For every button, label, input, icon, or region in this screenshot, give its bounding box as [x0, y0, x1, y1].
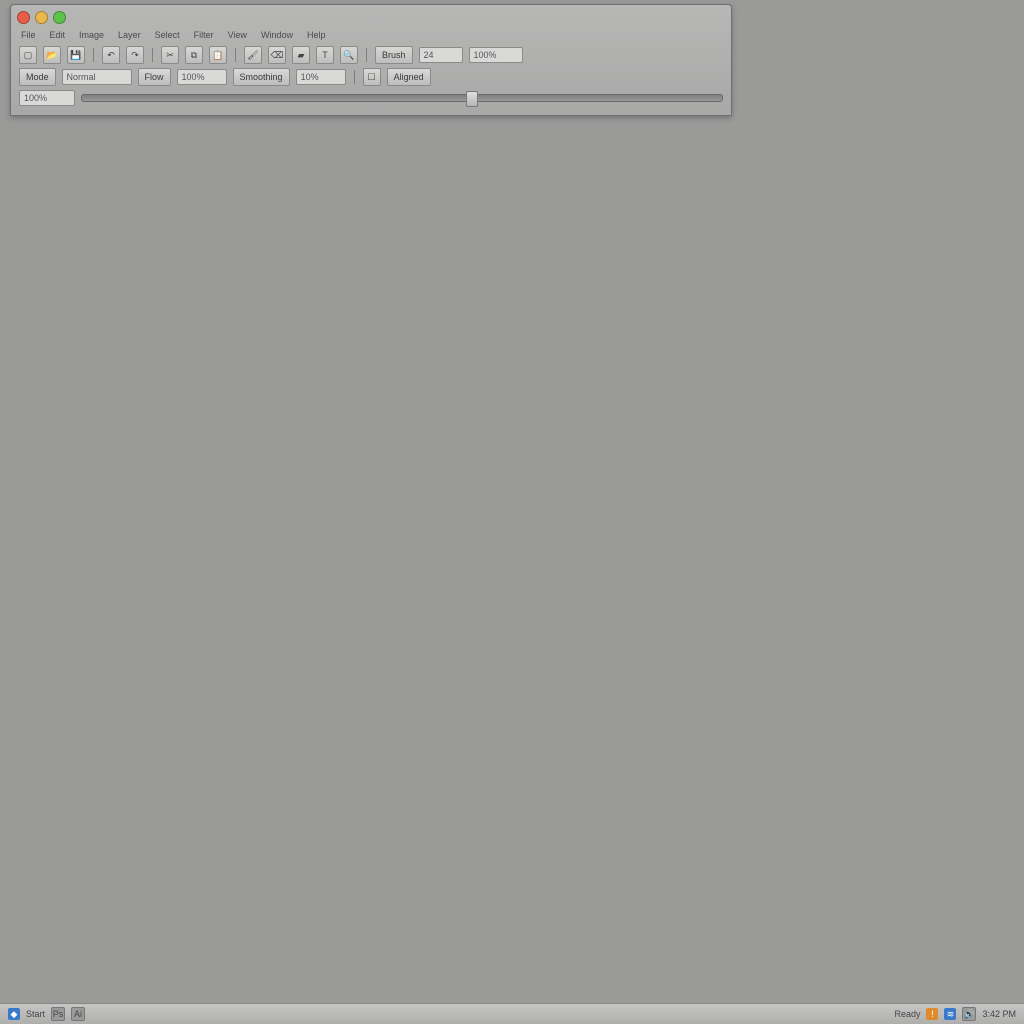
separator: [366, 48, 367, 62]
menu-view[interactable]: View: [228, 30, 247, 40]
menu-window[interactable]: Window: [261, 30, 293, 40]
brush-size-field[interactable]: 24: [419, 47, 463, 63]
zoom-icon[interactable]: [53, 11, 66, 24]
close-icon[interactable]: [17, 11, 30, 24]
network-icon[interactable]: ≋: [944, 1008, 956, 1020]
open-file-button[interactable]: 📂: [43, 46, 61, 64]
notification-icon[interactable]: !: [926, 1008, 938, 1020]
save-button[interactable]: 💾: [67, 46, 85, 64]
canvas-artwork: [133, 143, 893, 903]
menu-help[interactable]: Help: [307, 30, 326, 40]
brush-tool-button[interactable]: 🖌: [244, 46, 262, 64]
menu-select[interactable]: Select: [155, 30, 180, 40]
menu-edit[interactable]: Edit: [50, 30, 66, 40]
new-file-button[interactable]: ▢: [19, 46, 37, 64]
blend-mode-select[interactable]: Normal: [62, 69, 132, 85]
separator: [152, 48, 153, 62]
clock[interactable]: 3:42 PM: [982, 1009, 1016, 1019]
mode-label: Mode: [19, 68, 56, 86]
fill-tool-button[interactable]: ▰: [292, 46, 310, 64]
taskbar-app-2[interactable]: Ai: [71, 1007, 85, 1021]
start-button[interactable]: ◆: [8, 1008, 20, 1020]
cut-button[interactable]: ✂: [161, 46, 179, 64]
opacity-field[interactable]: 100%: [469, 47, 523, 63]
main-toolbar: ▢ 📂 💾 ↶ ↷ ✂ ⧉ 📋 🖌 ⌫ ▰ T 🔍 Brush 24 100%: [11, 45, 731, 65]
start-label[interactable]: Start: [26, 1009, 45, 1019]
separator: [93, 48, 94, 62]
flow-label: Flow: [138, 68, 171, 86]
titlebar[interactable]: [11, 5, 731, 25]
separator: [235, 48, 236, 62]
redo-button[interactable]: ↷: [126, 46, 144, 64]
zoom-level-field[interactable]: 100%: [19, 90, 75, 106]
taskbar-app-1[interactable]: Ps: [51, 1007, 65, 1021]
menubar: File Edit Image Layer Select Filter View…: [11, 27, 731, 43]
brush-label: Brush: [375, 46, 413, 64]
menu-file[interactable]: File: [21, 30, 36, 40]
minimize-icon[interactable]: [35, 11, 48, 24]
volume-icon[interactable]: 🔊: [962, 1007, 976, 1021]
zoom-slider[interactable]: [81, 94, 723, 102]
text-tool-button[interactable]: T: [316, 46, 334, 64]
paste-button[interactable]: 📋: [209, 46, 227, 64]
zoom-toolbar: 100%: [11, 89, 731, 107]
menu-layer[interactable]: Layer: [118, 30, 141, 40]
status-text: Ready: [894, 1009, 920, 1019]
eraser-tool-button[interactable]: ⌫: [268, 46, 286, 64]
separator: [354, 70, 355, 84]
aligned-label: Aligned: [387, 68, 431, 86]
options-toolbar: Mode Normal Flow 100% Smoothing 10% ☐ Al…: [11, 67, 731, 87]
smoothing-label: Smoothing: [233, 68, 290, 86]
zoom-slider-thumb[interactable]: [466, 91, 478, 107]
undo-button[interactable]: ↶: [102, 46, 120, 64]
menu-filter[interactable]: Filter: [194, 30, 214, 40]
copy-button[interactable]: ⧉: [185, 46, 203, 64]
document-canvas[interactable]: [10, 4, 1016, 1002]
os-taskbar: ◆ Start Ps Ai Ready ! ≋ 🔊 3:42 PM: [0, 1003, 1024, 1024]
app-window-chrome: File Edit Image Layer Select Filter View…: [10, 4, 732, 116]
smoothing-field[interactable]: 10%: [296, 69, 346, 85]
menu-image[interactable]: Image: [79, 30, 104, 40]
flow-field[interactable]: 100%: [177, 69, 227, 85]
zoom-tool-button[interactable]: 🔍: [340, 46, 358, 64]
aligned-checkbox[interactable]: ☐: [363, 68, 381, 86]
